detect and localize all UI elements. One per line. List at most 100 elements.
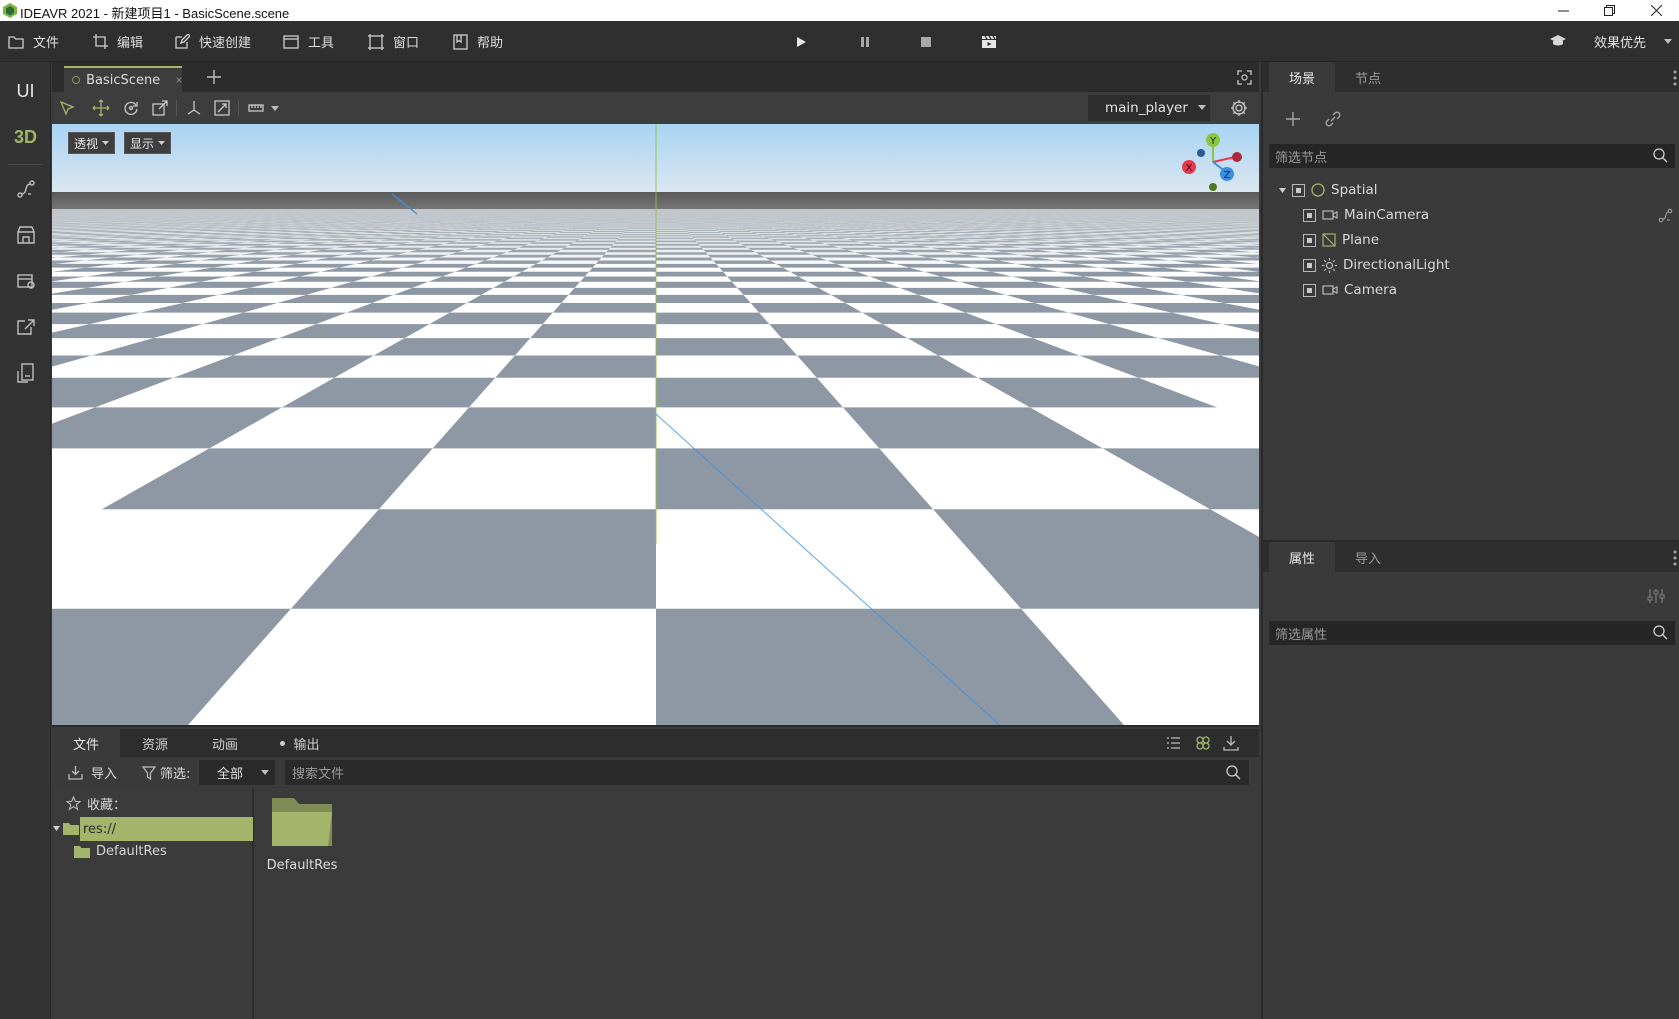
tab-label: BasicScene: [86, 72, 161, 88]
restore-button[interactable]: [1586, 0, 1632, 21]
restore-icon: [1603, 5, 1615, 16]
path-icon: [16, 180, 35, 198]
floor-tile: [580, 276, 656, 282]
minimize-button[interactable]: [1540, 0, 1586, 21]
window-title: IDEAVR 2021 - 新建项目1 - BasicScene.scene: [20, 6, 290, 21]
learn-button[interactable]: [1550, 33, 1566, 47]
floor-tile: [552, 303, 656, 313]
move-icon: [92, 99, 110, 117]
menu-label: 快速创建: [199, 36, 252, 51]
crop-icon: [93, 34, 108, 49]
minimize-icon: [1557, 10, 1569, 12]
quality-dropdown[interactable]: 效果优先: [1594, 32, 1673, 51]
path-tool-button[interactable]: [0, 174, 51, 204]
menu-label: 窗口: [393, 36, 420, 51]
floor-tile: [737, 287, 831, 295]
chevron-down-icon[interactable]: [271, 106, 279, 111]
editor-tab-strip: BasicScene: [52, 62, 1259, 92]
menu-quick-create[interactable]: 快速创建: [175, 21, 251, 62]
select-tool-button[interactable]: [57, 98, 77, 118]
chevron-down-icon: [1198, 105, 1206, 110]
scene-render[interactable]: [52, 124, 1259, 727]
snap-button[interactable]: [212, 98, 232, 118]
store-button[interactable]: [0, 220, 51, 250]
floor-tile: [466, 294, 569, 303]
floor-tile: [656, 294, 751, 303]
3d-viewport[interactable]: 透视 显示 Y Z X: [52, 124, 1259, 727]
menu-bar: 文件 编辑 快速创建 工具 窗口 帮助 效果优先: [0, 21, 1679, 62]
play-icon: [797, 37, 806, 47]
mode-3d-label: 3D: [13, 126, 37, 147]
edit-icon: [175, 34, 190, 49]
rotate-tool-button[interactable]: [121, 98, 141, 118]
viewport-toolbar: main_player: [52, 92, 1259, 124]
menu-file[interactable]: 文件: [8, 21, 59, 62]
spatial-node-icon: [72, 76, 80, 84]
floor-tile: [656, 338, 798, 356]
floor-tile: [429, 312, 553, 325]
package-icon: [16, 274, 35, 289]
floor-tile: [656, 271, 728, 277]
title-bar: IDEAVR 2021 - 新建项目1 - BasicScene.scene: [0, 0, 1679, 21]
frame-icon: [368, 33, 384, 50]
floor-tile: [790, 271, 870, 277]
pause-icon: [861, 37, 869, 47]
menu-edit[interactable]: 编辑: [93, 21, 143, 62]
new-tab-button[interactable]: [206, 69, 222, 85]
floor-tile: [727, 276, 808, 282]
floor-tile: [656, 377, 843, 408]
play-button[interactable]: [788, 29, 814, 55]
chevron-down-icon: [1664, 39, 1673, 44]
player-select-value: main_player: [1105, 100, 1188, 116]
device-button[interactable]: [0, 358, 51, 388]
close-tab-icon[interactable]: [176, 75, 182, 85]
local-space-button[interactable]: [184, 98, 204, 118]
clapper-icon: [982, 35, 996, 48]
scale-icon: [152, 100, 168, 116]
pause-button[interactable]: [852, 29, 878, 55]
mode-3d-button[interactable]: 3D: [0, 122, 51, 152]
sidebar-divider: [8, 164, 43, 165]
move-tool-button[interactable]: [91, 98, 111, 118]
device-icon: [16, 363, 34, 383]
graduation-cap-icon: [1550, 35, 1566, 46]
ruler-button[interactable]: [246, 98, 266, 118]
floor-tile: [807, 281, 900, 288]
floor-tile: [428, 276, 514, 282]
book-icon: [453, 33, 468, 50]
ruler-icon: [248, 104, 264, 112]
ideavr-logo-icon: [3, 3, 17, 18]
floor-tile: [568, 287, 656, 295]
mode-ui-button[interactable]: UI: [0, 76, 51, 106]
stop-icon: [921, 37, 931, 47]
left-sidebar: UI 3D: [0, 62, 51, 1019]
floor-tile: [656, 281, 738, 288]
rotate-icon: [124, 101, 138, 115]
player-select[interactable]: main_player: [1088, 95, 1210, 121]
package-button[interactable]: [0, 266, 51, 296]
close-icon: [1650, 5, 1662, 16]
folder-icon: [8, 35, 24, 49]
clapper-button[interactable]: [976, 29, 1002, 55]
mode-ui-label: UI: [16, 80, 35, 101]
toolbar-divider: [176, 100, 177, 116]
floor-tile: [432, 407, 656, 449]
window-icon: [283, 34, 299, 49]
export-button[interactable]: [0, 312, 51, 342]
viewport-settings-button[interactable]: [1229, 98, 1249, 118]
scale-tool-button[interactable]: [150, 98, 170, 118]
fullscreen-button[interactable]: [1237, 70, 1252, 85]
close-button[interactable]: [1633, 0, 1679, 21]
menu-label: 编辑: [117, 36, 144, 51]
floor-tile: [513, 271, 589, 277]
floor-tile: [750, 303, 863, 313]
toolbar-divider: [238, 100, 239, 116]
menu-help[interactable]: 帮助: [453, 21, 503, 62]
floor-tile: [656, 312, 770, 325]
floor-tile: [493, 281, 581, 288]
menu-tools[interactable]: 工具: [283, 21, 334, 62]
floor-tile: [495, 355, 656, 378]
tab-basic-scene[interactable]: BasicScene: [64, 66, 182, 92]
menu-window[interactable]: 窗口: [368, 21, 419, 62]
stop-button[interactable]: [913, 29, 939, 55]
